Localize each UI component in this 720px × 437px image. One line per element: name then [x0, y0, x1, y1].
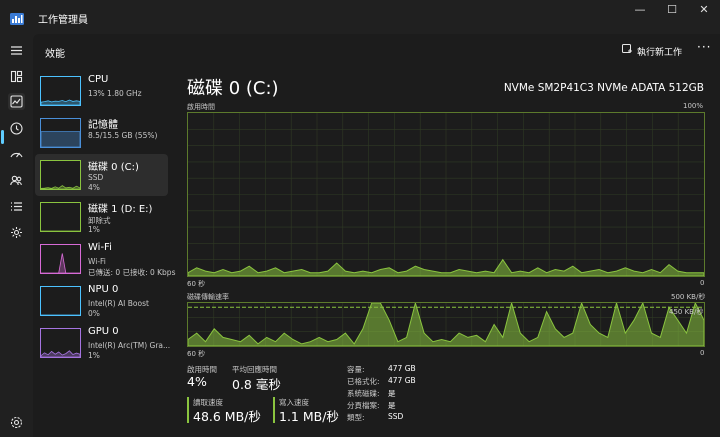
page-header: 效能 執行新工作 ··· — [33, 34, 720, 65]
graph2-label-top-right: 500 KB/秒 — [671, 293, 706, 301]
device-thumbnail-svg — [41, 230, 80, 231]
active-nav-indicator — [1, 130, 4, 144]
users-icon[interactable] — [8, 172, 25, 189]
device-thumbnail-svg — [41, 99, 80, 105]
services-icon[interactable] — [8, 224, 25, 241]
device-thumbnail-graph — [40, 76, 81, 106]
device-name: NPU 0 — [88, 284, 119, 295]
device-name: GPU 0 — [88, 326, 119, 337]
device-usage: 1% — [88, 351, 100, 360]
prop-value-capacity: 477 GB — [388, 364, 416, 373]
device-item-gpu-0[interactable]: GPU 0 Intel(R) Arc(TM) Gra... 1% — [35, 322, 171, 364]
graph1-label-top-left: 啟用時間 — [187, 103, 215, 111]
detail-title: 磁碟 0 (C:) — [187, 78, 279, 99]
run-task-icon — [622, 44, 633, 58]
graph1-label-bottom-left: 60 秒 — [187, 280, 206, 288]
active-time-graph-svg — [187, 113, 705, 277]
hamburger-menu-icon[interactable] — [8, 42, 25, 59]
run-new-task-label: 執行新工作 — [637, 47, 683, 58]
device-name: 磁碟 0 (C:) — [88, 162, 139, 173]
settings-icon[interactable] — [8, 414, 25, 431]
device-name: 磁碟 1 (D: E:) — [88, 204, 153, 215]
nav-rail — [0, 34, 33, 437]
device-thumbnail-series — [41, 131, 80, 147]
page-title: 效能 — [45, 49, 65, 60]
device-item-wifi[interactable]: Wi-Fi Wi-Fi 已傳送: 0 已接收: 0 Kbps — [35, 238, 175, 280]
performance-icon[interactable] — [8, 93, 25, 110]
device-subtitle: Intel(R) Arc(TM) Gra... — [88, 341, 171, 350]
prop-value-formatted: 477 GB — [388, 376, 416, 385]
graph1-label-bottom-right: 0 — [700, 279, 705, 287]
startup-apps-icon[interactable] — [8, 146, 25, 163]
detail-model: NVMe SM2P41C3 NVMe ADATA 512GB — [503, 82, 704, 94]
task-manager-app-icon — [10, 10, 24, 25]
prop-label-page-file: 分頁檔案: — [347, 401, 380, 410]
device-subtitle: SSD — [88, 173, 104, 182]
device-thumbnail-series — [41, 185, 80, 189]
device-thumbnail-graph — [40, 202, 81, 232]
read-speed-value: 48.6 MB/秒 — [193, 409, 261, 424]
device-name: 記憶體 — [88, 120, 118, 131]
title-bar: 工作管理員 — ☐ ✕ — [0, 0, 720, 34]
device-thumbnail-series — [41, 350, 80, 357]
device-usage: 4% — [88, 183, 100, 192]
prop-value-page-file: 是 — [388, 401, 396, 410]
write-speed-indicator — [273, 397, 275, 423]
write-speed-value: 1.1 MB/秒 — [279, 409, 339, 424]
transfer-rate-graph-svg — [187, 301, 705, 347]
app-history-icon[interactable] — [8, 120, 25, 137]
prop-value-system-disk: 是 — [388, 389, 396, 398]
main-panel: 效能 執行新工作 ··· CPU 13% 1.80 GHz 記憶體 8.5/15.5 … — [33, 34, 720, 437]
device-subtitle: 13% 1.80 GHz — [88, 89, 142, 98]
maximize-button[interactable]: ☐ — [656, 0, 688, 20]
device-thumbnail-svg — [41, 185, 80, 189]
read-speed-indicator — [187, 397, 189, 423]
device-name: CPU — [88, 74, 109, 85]
device-usage: 1% — [88, 225, 100, 234]
device-subtitle: Wi-Fi — [88, 257, 106, 266]
device-thumbnail-graph — [40, 244, 81, 274]
avg-response-value: 0.8 毫秒 — [232, 377, 281, 392]
device-thumbnail-series — [41, 99, 80, 105]
graph2-ref-line-label: 450 KB/秒 — [669, 308, 704, 316]
details-icon[interactable] — [8, 198, 25, 215]
more-options-button[interactable]: ··· — [697, 40, 711, 54]
device-thumbnail-svg — [41, 314, 80, 315]
device-usage: 已傳送: 0 已接收: 0 Kbps — [88, 268, 176, 277]
device-item-cpu[interactable]: CPU 13% 1.80 GHz — [35, 70, 168, 112]
device-thumbnail-series — [41, 253, 80, 273]
graph2-label-bottom-right: 0 — [700, 349, 705, 357]
window-title: 工作管理員 — [38, 15, 88, 26]
prop-label-type: 類型: — [347, 413, 365, 422]
device-thumbnail-svg — [41, 253, 80, 273]
processes-icon[interactable] — [8, 68, 25, 85]
minimize-button[interactable]: — — [624, 0, 656, 20]
device-thumbnail-svg — [41, 131, 80, 147]
device-thumbnail-graph — [40, 118, 81, 148]
run-new-task-button[interactable]: 執行新工作 — [622, 44, 682, 58]
prop-label-formatted: 已格式化: — [347, 377, 380, 386]
device-thumbnail-graph — [40, 328, 81, 358]
transfer-rate-graph — [187, 301, 705, 347]
prop-label-system-disk: 系統磁碟: — [347, 389, 380, 398]
close-button[interactable]: ✕ — [688, 0, 720, 20]
graph2-label-bottom-left: 60 秒 — [187, 350, 206, 358]
active-time-value: 4% — [187, 374, 207, 389]
device-item-memory[interactable]: 記憶體 8.5/15.5 GB (55%) — [35, 112, 168, 154]
graph2-label-top-left: 磁碟傳輸速率 — [187, 293, 229, 301]
device-item-disk-0[interactable]: 磁碟 0 (C:) SSD 4% — [35, 154, 168, 196]
device-name: Wi-Fi — [88, 242, 112, 253]
prop-value-type: SSD — [388, 412, 404, 421]
device-thumbnail-svg — [41, 350, 80, 357]
device-subtitle: 8.5/15.5 GB (55%) — [88, 131, 158, 140]
device-thumbnail-graph — [40, 286, 81, 316]
prop-label-capacity: 容量: — [347, 365, 365, 374]
graph1-label-top-right: 100% — [683, 102, 704, 110]
device-usage: 0% — [88, 309, 100, 318]
device-subtitle: Intel(R) AI Boost — [88, 299, 149, 308]
device-item-disk-1[interactable]: 磁碟 1 (D: E:) 卸除式 1% — [35, 196, 168, 238]
device-item-npu-0[interactable]: NPU 0 Intel(R) AI Boost 0% — [35, 280, 168, 322]
active-time-graph — [187, 112, 705, 277]
device-thumbnail-graph — [40, 160, 81, 190]
